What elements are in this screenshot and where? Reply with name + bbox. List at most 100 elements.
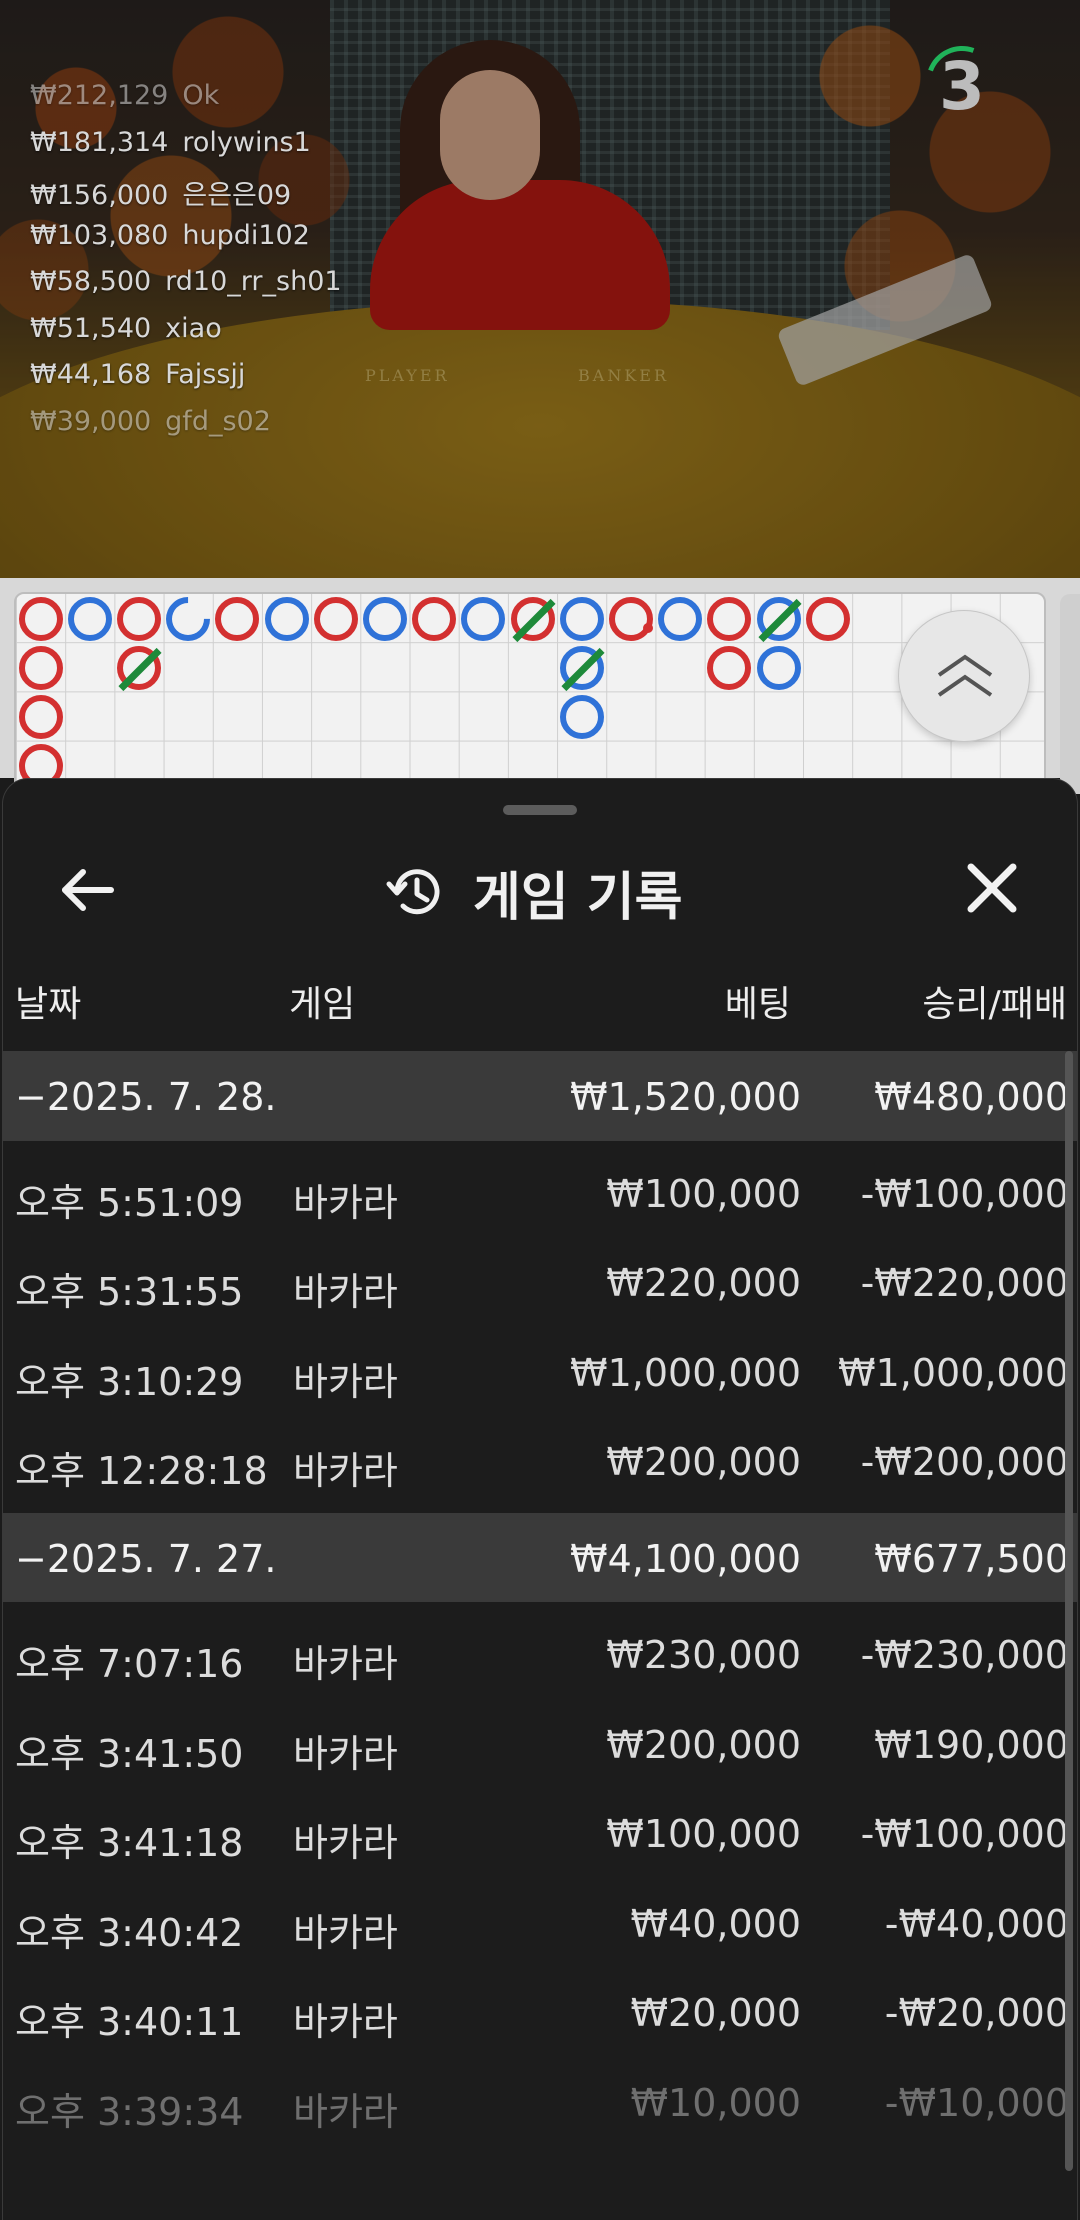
banker-bead bbox=[412, 596, 457, 641]
winner-row: ₩212,129 Ok bbox=[30, 80, 342, 127]
game-record-row[interactable]: 오후 7:07:16 바카라 ₩230,000 -₩230,000 bbox=[3, 1609, 1077, 1699]
player-bead bbox=[264, 596, 309, 641]
winner-amount: ₩181,314 bbox=[30, 126, 169, 158]
sheet-title-group: 게임 기록 bbox=[385, 857, 683, 928]
winner-amount: ₩58,500 bbox=[30, 266, 152, 297]
game-record-row[interactable]: 오후 3:40:42 바카라 ₩40,000 -₩40,000 bbox=[3, 1878, 1077, 1968]
banker-bead bbox=[313, 596, 358, 641]
game-record-row[interactable]: 오후 3:39:34 바카라 ₩10,000 -₩10,000 bbox=[3, 2057, 1077, 2147]
column-header-date: 날짜 bbox=[15, 984, 82, 1025]
record-result: ₩190,000 bbox=[874, 1722, 1069, 1767]
date-group-header[interactable]: −2025. 7. 27. ₩4,100,000 ₩677,500 bbox=[3, 1512, 1077, 1602]
winner-amount: ₩39,000 bbox=[30, 405, 152, 437]
record-game: 바카라 bbox=[293, 1270, 398, 1314]
record-result: -₩10,000 bbox=[884, 2080, 1069, 2125]
group-bet-total: ₩4,100,000 bbox=[570, 1536, 801, 1581]
banker-bead bbox=[707, 645, 752, 690]
bead-road[interactable] bbox=[14, 587, 1046, 792]
player-bead bbox=[559, 645, 605, 691]
history-scrollbar[interactable] bbox=[1065, 1051, 1073, 2171]
winner-name: Ok bbox=[182, 80, 220, 111]
sheet-drag-handle[interactable] bbox=[503, 805, 577, 815]
group-result-total: ₩677,500 bbox=[874, 1536, 1069, 1581]
tie-slash bbox=[758, 598, 802, 642]
game-record-row[interactable]: 오후 3:41:50 바카라 ₩200,000 ₩190,000 bbox=[3, 1699, 1077, 1789]
record-result: -₩220,000 bbox=[860, 1261, 1069, 1305]
record-time: 오후 3:41:50 bbox=[15, 1731, 244, 1776]
record-time: 오후 3:40:11 bbox=[15, 2000, 244, 2044]
winner-row: ₩39,000 gfd_s02 bbox=[30, 406, 342, 453]
banker-bead bbox=[707, 596, 752, 641]
record-bet: ₩200,000 bbox=[606, 1722, 801, 1767]
record-game: 바카라 bbox=[293, 1449, 398, 1493]
record-bet: ₩10,000 bbox=[630, 2080, 801, 2125]
sheet-title: 게임 기록 bbox=[473, 867, 683, 928]
game-record-row[interactable]: 오후 3:40:11 바카라 ₩20,000 -₩20,000 bbox=[3, 1967, 1077, 2057]
column-header-result: 승리/패배 bbox=[922, 984, 1067, 1025]
group-date: −2025. 7. 27. bbox=[15, 1536, 277, 1581]
record-bet: ₩220,000 bbox=[606, 1261, 801, 1305]
record-time: 오후 5:51:09 bbox=[15, 1180, 244, 1225]
tie-slash bbox=[118, 647, 162, 691]
banker-bead bbox=[18, 596, 63, 641]
group-date: −2025. 7. 28. bbox=[15, 1075, 277, 1119]
banker-bead bbox=[117, 645, 162, 691]
record-time: 오후 5:31:55 bbox=[15, 1270, 244, 1314]
player-bead bbox=[67, 596, 112, 641]
record-result: -₩40,000 bbox=[884, 1901, 1069, 1946]
winner-name: rolywins1 bbox=[182, 126, 311, 158]
game-record-row[interactable]: 오후 3:41:18 바카라 ₩100,000 -₩100,000 bbox=[3, 1788, 1077, 1878]
winner-name: 은은은09 bbox=[182, 180, 292, 211]
date-group-header[interactable]: −2025. 7. 28. ₩1,520,000 ₩480,000 bbox=[3, 1051, 1077, 1141]
record-game: 바카라 bbox=[293, 2000, 398, 2044]
record-time: 오후 12:28:18 bbox=[15, 1449, 268, 1493]
player-bead bbox=[559, 695, 604, 739]
back-button[interactable] bbox=[51, 855, 121, 925]
record-time: 오후 3:39:34 bbox=[15, 2089, 244, 2134]
winner-name: Fajssjj bbox=[165, 359, 246, 390]
tie-slash bbox=[512, 598, 556, 642]
record-bet: ₩200,000 bbox=[606, 1440, 801, 1484]
group-result-total: ₩480,000 bbox=[874, 1075, 1069, 1119]
player-bead bbox=[461, 596, 506, 641]
winner-amount: ₩156,000 bbox=[30, 180, 169, 211]
banker-bead bbox=[18, 645, 63, 690]
player-bead bbox=[157, 587, 220, 650]
winner-name: xiao bbox=[165, 312, 222, 344]
game-record-row[interactable]: 오후 5:31:55 바카라 ₩220,000 -₩220,000 bbox=[3, 1237, 1077, 1327]
record-result: -₩100,000 bbox=[860, 1812, 1069, 1856]
game-history-sheet: 게임 기록 날짜 게임 베팅 승리/패배 −2025. 7. 28. ₩1,520… bbox=[2, 778, 1078, 2220]
group-bet-total: ₩1,520,000 bbox=[570, 1075, 801, 1119]
record-bet: ₩20,000 bbox=[630, 1991, 801, 2035]
winner-name: gfd_s02 bbox=[165, 405, 271, 437]
expand-roadmap-button[interactable] bbox=[898, 610, 1030, 742]
timer-value: 3 bbox=[939, 48, 985, 125]
player-bead bbox=[363, 596, 407, 641]
game-record-row[interactable]: 오후 12:28:18 바카라 ₩200,000 -₩200,000 bbox=[3, 1416, 1077, 1506]
winner-amount: ₩103,080 bbox=[30, 219, 169, 251]
record-bet: ₩100,000 bbox=[606, 1171, 801, 1216]
record-game: 바카라 bbox=[293, 1642, 398, 1686]
winner-amount: ₩44,168 bbox=[30, 359, 152, 390]
game-record-row[interactable]: 오후 3:10:29 바카라 ₩1,000,000 ₩1,000,000 bbox=[3, 1327, 1077, 1417]
record-bet: ₩1,000,000 bbox=[570, 1350, 801, 1395]
history-list: −2025. 7. 28. ₩1,520,000 ₩480,000 오후 5:51:0… bbox=[3, 1051, 1077, 2147]
winner-row: ₩103,080 hupdi102 bbox=[30, 220, 342, 267]
banker-bead bbox=[18, 695, 63, 739]
record-game: 바카라 bbox=[293, 1359, 398, 1404]
winner-row: ₩58,500 rd10_rr_sh01 bbox=[30, 266, 342, 313]
double-chevron-up-icon bbox=[937, 654, 993, 697]
game-record-row[interactable]: 오후 5:51:09 바카라 ₩100,000 -₩100,000 bbox=[3, 1148, 1077, 1238]
record-time: 오후 3:40:42 bbox=[15, 1910, 244, 1955]
winners-list: ₩212,129 Ok ₩181,314 rolywins1 ₩156,000 은은은09… bbox=[30, 80, 342, 452]
banker-bead bbox=[510, 596, 556, 642]
close-button[interactable] bbox=[957, 853, 1027, 923]
record-time: 오후 3:41:18 bbox=[15, 1821, 244, 1865]
sheet-header: 게임 기록 bbox=[3, 829, 1077, 949]
player-bead bbox=[559, 596, 604, 641]
record-result: -₩230,000 bbox=[860, 1633, 1069, 1677]
winner-amount: ₩51,540 bbox=[30, 312, 152, 344]
record-result: -₩100,000 bbox=[860, 1171, 1069, 1216]
banker-bead bbox=[609, 596, 653, 641]
record-bet: ₩100,000 bbox=[606, 1812, 801, 1856]
